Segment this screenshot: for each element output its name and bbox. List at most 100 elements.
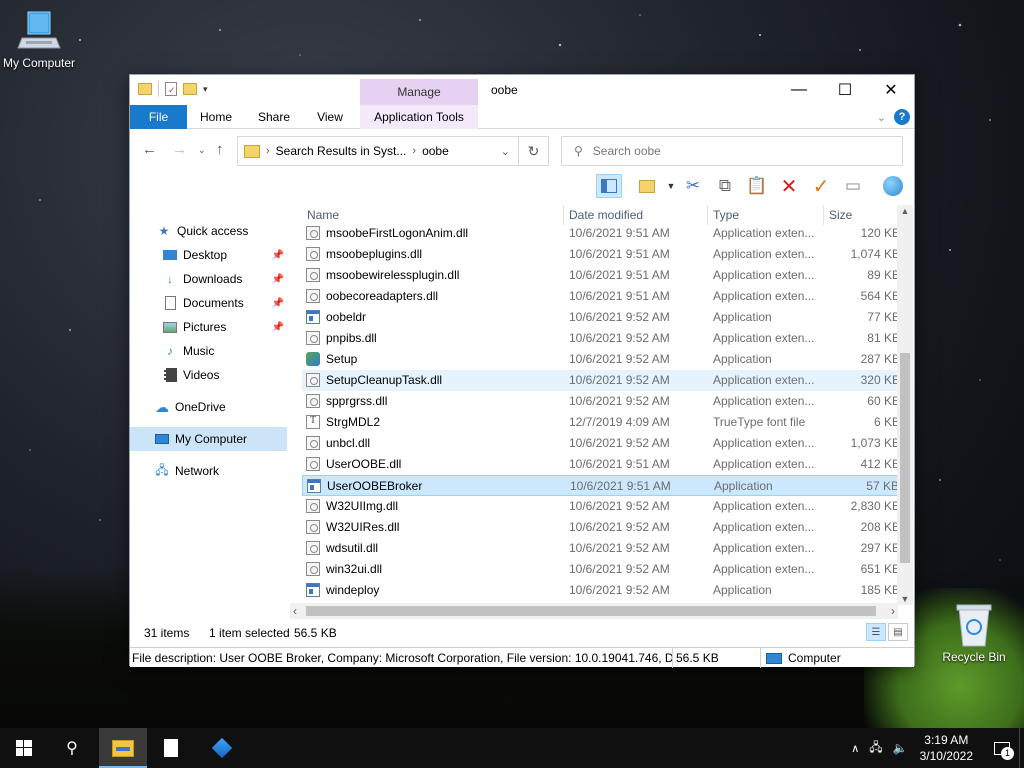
taskbar-notepad[interactable]: [147, 728, 195, 768]
checkmark-icon[interactable]: ✓: [808, 174, 834, 198]
network-status-icon[interactable]: 🖧: [869, 738, 882, 759]
clock[interactable]: 3:19 AM 3/10/2022: [920, 732, 973, 764]
file-dll-icon: [306, 289, 320, 303]
nav-item-desktop[interactable]: Desktop 📌: [130, 243, 287, 267]
large-icons-view-icon[interactable]: ▤: [888, 623, 908, 641]
up-arrow-icon[interactable]: ↑: [216, 141, 224, 158]
search-input[interactable]: ⚲ Search oobe: [561, 136, 903, 166]
file-row[interactable]: pnpibs.dll 10/6/2021 9:52 AM Application e…: [302, 328, 900, 349]
file-date: 10/6/2021 9:52 AM: [569, 583, 670, 597]
file-name: unbcl.dll: [326, 436, 371, 450]
properties-icon[interactable]: ✓: [165, 82, 177, 96]
file-row[interactable]: SetupCleanupTask.dll 10/6/2021 9:52 AM App…: [302, 370, 900, 391]
file-row[interactable]: Setup 10/6/2021 9:52 AM Application 287 KB: [302, 349, 900, 370]
expand-ribbon-icon[interactable]: ⌄: [877, 111, 886, 124]
cut-icon[interactable]: ✂: [680, 174, 706, 198]
customize-qat-icon[interactable]: ▾: [203, 84, 208, 95]
file-row[interactable]: oobeldr 10/6/2021 9:52 AM Application 77 KB: [302, 307, 900, 328]
horizontal-scrollbar[interactable]: ‹ ›: [290, 603, 898, 619]
file-dll-icon: [306, 247, 320, 261]
file-name-cell: UserOOBEBroker: [307, 479, 422, 493]
preview-pane-icon[interactable]: [596, 174, 622, 198]
file-row[interactable]: msoobewirelessplugin.dll 10/6/2021 9:51 A…: [302, 265, 900, 286]
file-name-cell: oobecoreadapters.dll: [306, 289, 438, 303]
scroll-right-icon[interactable]: ›: [891, 604, 895, 618]
file-row[interactable]: msoobeplugins.dll 10/6/2021 9:51 AM Applic…: [302, 244, 900, 265]
nav-item-videos[interactable]: Videos: [130, 363, 287, 387]
help-icon[interactable]: ?: [894, 109, 910, 125]
file-name-cell: spprgrss.dll: [306, 394, 387, 408]
tab-application-tools[interactable]: Application Tools: [360, 105, 478, 129]
maximize-button[interactable]: ☐: [822, 75, 868, 105]
column-header-type[interactable]: Type: [708, 205, 823, 225]
tab-file[interactable]: File: [130, 105, 187, 129]
copy-icon[interactable]: ⧉: [712, 174, 738, 198]
recent-locations-icon[interactable]: ⌄: [198, 145, 206, 156]
nav-item-documents[interactable]: Documents 📌: [130, 291, 287, 315]
rename-icon[interactable]: ▭: [840, 174, 866, 198]
file-name-cell: Setup: [306, 352, 357, 366]
minimize-button[interactable]: —: [776, 75, 822, 105]
file-row[interactable]: unbcl.dll 10/6/2021 9:52 AM Application ex…: [302, 433, 900, 454]
paste-icon[interactable]: 📋: [744, 174, 770, 198]
start-button[interactable]: [0, 728, 48, 768]
chevron-right-icon[interactable]: ›: [266, 145, 270, 157]
scroll-left-icon[interactable]: ‹: [293, 604, 297, 618]
nav-item-pictures[interactable]: Pictures 📌: [130, 315, 287, 339]
search-button[interactable]: ⚲: [48, 728, 96, 768]
nav-item-network[interactable]: 🖧 Network: [130, 459, 287, 483]
tab-home[interactable]: Home: [192, 105, 240, 129]
file-type: TrueType font file: [713, 415, 806, 429]
close-button[interactable]: ✕: [868, 75, 914, 105]
breadcrumb-search-results[interactable]: Search Results in Syst...: [276, 144, 407, 158]
file-row[interactable]: msoobeFirstLogonAnim.dll 10/6/2021 9:51 A…: [302, 223, 900, 244]
address-box[interactable]: › Search Results in Syst... › oobe ⌄: [237, 136, 519, 166]
scroll-down-icon[interactable]: ▼: [897, 594, 913, 604]
file-row[interactable]: wdsutil.dll 10/6/2021 9:52 AM Application …: [302, 538, 900, 559]
column-header-date[interactable]: Date modified: [564, 205, 707, 225]
breadcrumb-oobe[interactable]: oobe: [422, 144, 449, 158]
file-row[interactable]: win32ui.dll 10/6/2021 9:52 AM Application …: [302, 559, 900, 580]
file-row[interactable]: spprgrss.dll 10/6/2021 9:52 AM Application…: [302, 391, 900, 412]
column-header-name[interactable]: Name: [302, 205, 563, 225]
taskbar-file-explorer[interactable]: [99, 728, 147, 768]
show-desktop-button[interactable]: [1019, 728, 1024, 768]
show-hidden-icons-icon[interactable]: ∧: [851, 742, 859, 755]
chevron-right-icon[interactable]: ›: [412, 145, 416, 157]
new-item-icon[interactable]: [634, 174, 660, 198]
nav-item-music[interactable]: ♪ Music: [130, 339, 287, 363]
nav-item-onedrive[interactable]: ☁ OneDrive: [130, 395, 287, 419]
file-row[interactable]: windeploy 10/6/2021 9:52 AM Application 185…: [302, 580, 900, 601]
file-row[interactable]: W32UIRes.dll 10/6/2021 9:52 AM Application…: [302, 517, 900, 538]
volume-icon[interactable]: 🔈: [893, 741, 908, 755]
computer-icon: [16, 8, 62, 54]
file-row[interactable]: oobecoreadapters.dll 10/6/2021 9:51 AM App…: [302, 286, 900, 307]
nav-item-quick-access[interactable]: ★ Quick access: [130, 219, 287, 243]
notification-center-button[interactable]: 1: [985, 728, 1019, 768]
file-row[interactable]: UserOOBEBroker 10/6/2021 9:51 AM Applicati…: [302, 475, 900, 496]
vertical-scrollbar[interactable]: ▲ ▼: [897, 205, 913, 605]
file-row[interactable]: StrgMDL2 12/7/2019 4:09 AM TrueType font f…: [302, 412, 900, 433]
manage-tab-header[interactable]: Manage: [360, 79, 478, 105]
scrollbar-thumb[interactable]: [900, 353, 910, 563]
nav-item-my-computer[interactable]: My Computer: [130, 427, 287, 451]
details-view-icon[interactable]: ☰: [866, 623, 886, 641]
forward-arrow-icon[interactable]: →: [172, 141, 187, 158]
nav-item-downloads[interactable]: ↓ Downloads 📌: [130, 267, 287, 291]
desktop-icon-recycle-bin[interactable]: Recycle Bin: [929, 602, 1019, 664]
chevron-down-icon[interactable]: ⌄: [501, 145, 510, 158]
back-arrow-icon[interactable]: ←: [142, 141, 157, 158]
scroll-up-icon[interactable]: ▲: [897, 206, 913, 216]
taskbar-app[interactable]: [198, 728, 246, 768]
column-header-size[interactable]: Size: [824, 205, 900, 225]
tab-share[interactable]: Share: [250, 105, 298, 129]
delete-icon[interactable]: ✕: [776, 174, 802, 198]
file-row[interactable]: UserOOBE.dll 10/6/2021 9:51 AM Application…: [302, 454, 900, 475]
new-folder-icon[interactable]: [183, 83, 197, 95]
scrollbar-thumb[interactable]: [306, 606, 876, 616]
desktop-icon-my-computer[interactable]: My Computer: [0, 8, 84, 70]
globe-icon[interactable]: [880, 174, 906, 198]
refresh-button[interactable]: ↻: [519, 136, 549, 166]
tab-view[interactable]: View: [306, 105, 354, 129]
file-row[interactable]: W32UIImg.dll 10/6/2021 9:52 AM Application…: [302, 496, 900, 517]
